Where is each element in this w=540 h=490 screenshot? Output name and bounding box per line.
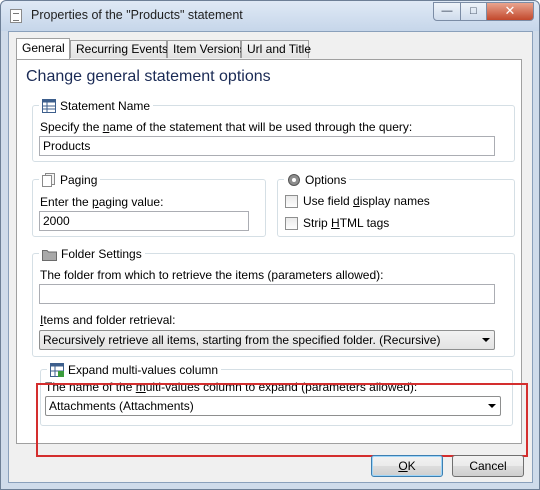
folder-settings-group: Folder Settings The folder from which to… bbox=[32, 246, 515, 357]
pages-icon bbox=[42, 173, 55, 187]
maximize-button[interactable]: □ bbox=[460, 2, 487, 21]
use-field-display-names-label[interactable]: Use field display names bbox=[303, 194, 430, 208]
tab-general[interactable]: General bbox=[16, 38, 70, 59]
tab-recurring-events[interactable]: Recurring Events bbox=[70, 40, 169, 58]
tab-url-and-title[interactable]: Url and Title bbox=[241, 40, 312, 58]
use-field-display-names-checkbox[interactable] bbox=[285, 195, 298, 208]
cancel-button[interactable]: Cancel bbox=[452, 455, 524, 477]
folder-icon bbox=[42, 249, 57, 261]
ok-button[interactable]: OK bbox=[371, 455, 443, 477]
tab-label: Url and Title bbox=[247, 42, 312, 56]
paging-input[interactable]: 2000 bbox=[39, 211, 249, 231]
dialog-client-area: General Recurring Events Item Versions U… bbox=[8, 31, 533, 483]
folder-settings-legend: Folder Settings bbox=[39, 246, 145, 262]
group-title: Statement Name bbox=[60, 99, 151, 113]
table-icon bbox=[42, 99, 56, 113]
group-title: Folder Settings bbox=[61, 247, 142, 261]
statement-name-input[interactable]: Products bbox=[39, 136, 495, 156]
paging-label: Enter the paging value: bbox=[40, 195, 164, 209]
highlight-box bbox=[36, 383, 528, 457]
strip-html-tags-label[interactable]: Strip HTML tags bbox=[303, 216, 389, 230]
table-add-icon bbox=[50, 363, 64, 377]
options-legend: Options bbox=[284, 172, 350, 188]
retrieval-label: Items and folder retrieval: bbox=[40, 313, 176, 327]
strip-html-tags-checkbox[interactable] bbox=[285, 217, 298, 230]
maximize-icon: □ bbox=[470, 5, 477, 17]
tab-label: Recurring Events bbox=[76, 42, 169, 56]
general-tab-panel: Change general statement options Stateme… bbox=[16, 59, 528, 457]
statement-name-group: Statement Name Specify the name of the s… bbox=[32, 98, 515, 162]
retrieval-dropdown[interactable]: Recursively retrieve all items, starting… bbox=[39, 330, 495, 350]
statement-name-description: Specify the name of the statement that w… bbox=[40, 120, 413, 134]
retrieval-selected-value: Recursively retrieve all items, starting… bbox=[43, 333, 441, 347]
expand-multi-values-legend: Expand multi-values column bbox=[47, 362, 222, 378]
title-bar[interactable]: Properties of the "Products" statement —… bbox=[1, 1, 539, 31]
paging-group: Paging Enter the paging value: 2000 bbox=[32, 172, 266, 237]
window-title: Properties of the "Products" statement bbox=[31, 8, 243, 22]
chevron-down-icon bbox=[482, 338, 490, 342]
gear-icon bbox=[288, 174, 300, 186]
folder-description: The folder from which to retrieve the it… bbox=[40, 268, 384, 282]
minimize-button[interactable]: — bbox=[433, 2, 461, 21]
minimize-icon: — bbox=[441, 5, 453, 17]
statement-name-legend: Statement Name bbox=[39, 98, 154, 114]
properties-dialog: Properties of the "Products" statement —… bbox=[0, 0, 540, 490]
tab-label: General bbox=[22, 41, 65, 55]
group-title: Paging bbox=[60, 173, 98, 187]
options-group: Options Use field display names Strip HT… bbox=[277, 172, 515, 237]
group-title: Options bbox=[305, 173, 347, 187]
close-icon: ✕ bbox=[504, 3, 516, 18]
group-title: Expand multi-values column bbox=[68, 363, 219, 377]
page-title: Change general statement options bbox=[26, 68, 271, 85]
document-icon bbox=[10, 9, 22, 23]
folder-input[interactable] bbox=[39, 284, 495, 304]
tab-item-versions[interactable]: Item Versions bbox=[167, 40, 246, 58]
close-button[interactable]: ✕ bbox=[486, 2, 534, 21]
paging-legend: Paging bbox=[39, 172, 101, 188]
tab-label: Item Versions bbox=[173, 42, 246, 56]
